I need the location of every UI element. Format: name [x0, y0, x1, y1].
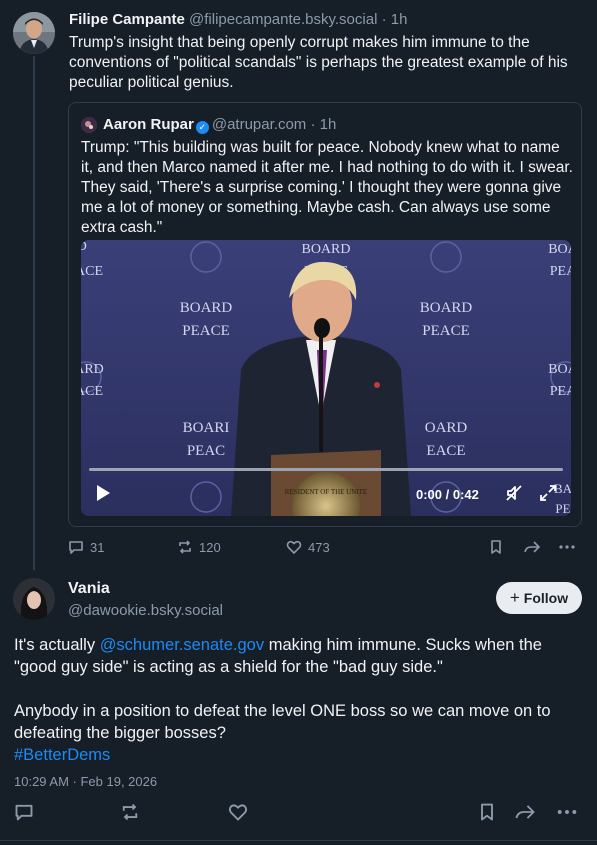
- bookmark-button[interactable]: [488, 539, 510, 555]
- repost-button[interactable]: [120, 802, 146, 822]
- post-text: Trump's insight that being openly corrup…: [69, 34, 568, 91]
- reply-button[interactable]: [14, 802, 40, 822]
- backdrop-word: ARD: [81, 240, 87, 253]
- podium: RESIDENT OF THE UNITE: [271, 450, 381, 516]
- avatar[interactable]: [13, 12, 55, 54]
- post-header: Filipe Campante @filipecampante.bsky.soc…: [69, 11, 407, 28]
- follow-label: Follow: [523, 590, 569, 606]
- quote-post-card[interactable]: Aaron Rupar ✓ @atrupar.com · 1h Trump: "Th…: [68, 102, 582, 527]
- backdrop-word: ARD: [81, 362, 104, 377]
- backdrop-word: PE: [555, 501, 570, 516]
- quote-time: · 1h: [310, 116, 337, 133]
- quote-header: Aaron Rupar ✓ @atrupar.com · 1h: [103, 116, 336, 134]
- video-progress-bar[interactable]: [89, 468, 563, 471]
- ellipsis-icon: [559, 545, 575, 549]
- bookmark-icon: [491, 540, 501, 554]
- play-icon[interactable]: [97, 485, 110, 501]
- plus-icon: +: [509, 588, 520, 607]
- reply-icon: [69, 541, 83, 554]
- like-button[interactable]: [228, 802, 254, 822]
- verified-check-icon: ✓: [195, 121, 209, 134]
- heart-icon: [228, 804, 248, 821]
- quote-author-handle[interactable]: @atrupar.com: [212, 116, 306, 133]
- bookmark-icon: [481, 803, 493, 821]
- backdrop-word: BOARD: [301, 242, 350, 257]
- ellipsis-icon: [557, 810, 577, 814]
- backdrop-word: PEAC: [187, 443, 225, 459]
- share-icon: [524, 541, 541, 553]
- like-button[interactable]: 473: [286, 539, 330, 555]
- share-button[interactable]: [523, 539, 547, 555]
- divider: [0, 840, 597, 841]
- backdrop-word: PEACE: [422, 323, 470, 339]
- more-options-button[interactable]: [558, 539, 582, 555]
- mute-icon[interactable]: [505, 484, 523, 502]
- video-time: 0:00 / 0:42: [416, 487, 479, 502]
- repost-icon: [122, 803, 138, 821]
- video-frame: ARD BOARD PEACE BOARD PEACE BOARD PEACE …: [81, 240, 571, 516]
- post-actions: 31 120 473: [68, 539, 582, 559]
- post-date: 10:29 AM · Feb 19, 2026: [14, 774, 158, 789]
- quote-avatar[interactable]: [81, 117, 97, 133]
- follow-button[interactable]: + Follow: [496, 582, 582, 614]
- bookmark-button[interactable]: [477, 802, 503, 822]
- post-actions: [0, 802, 597, 826]
- backdrop-word: BOA: [548, 242, 571, 257]
- author-name[interactable]: Vania: [68, 580, 110, 598]
- quote-text: Trump: "This building was built for peac…: [81, 139, 573, 236]
- reply-button[interactable]: 31: [68, 539, 104, 555]
- backdrop-word: PEA: [550, 264, 571, 279]
- mention-link[interactable]: @schumer.senate.gov: [100, 636, 264, 654]
- more-options-button[interactable]: [556, 802, 584, 822]
- thread-line: [33, 56, 35, 570]
- video-player[interactable]: ARD BOARD PEACE BOARD PEACE BOARD PEACE …: [81, 240, 571, 516]
- avatar[interactable]: [13, 578, 55, 620]
- fullscreen-icon[interactable]: [539, 484, 557, 502]
- post-text-para: Anybody in a position to defeat the leve…: [14, 702, 551, 742]
- repost-button[interactable]: 120: [177, 539, 221, 555]
- author-handle[interactable]: @filipecampante.bsky.social: [189, 11, 377, 28]
- reply-icon: [15, 804, 33, 821]
- post-text-part: It's actually: [14, 636, 100, 654]
- backdrop-word: BOARD: [180, 300, 233, 316]
- author-handle[interactable]: @dawookie.bsky.social: [68, 602, 223, 619]
- post-filipe-campante[interactable]: Filipe Campante @filipecampante.bsky.soc…: [0, 0, 597, 570]
- post-time[interactable]: · 1h: [382, 11, 408, 28]
- backdrop-word: BOA: [548, 362, 571, 377]
- share-icon: [515, 805, 535, 819]
- reply-count: 31: [90, 539, 105, 555]
- share-button[interactable]: [514, 802, 542, 822]
- quote-author-name[interactable]: Aaron Rupar: [103, 116, 194, 133]
- heart-icon: [286, 540, 302, 555]
- repost-count: 120: [199, 539, 221, 555]
- post-text: It's actually @schumer.senate.gov making…: [14, 634, 588, 766]
- backdrop-word: ACE: [81, 384, 103, 399]
- backdrop-word: EACE: [426, 443, 465, 459]
- hashtag-link[interactable]: #BetterDems: [14, 746, 110, 764]
- backdrop-word: BOARI: [183, 420, 230, 436]
- repost-icon: [179, 540, 191, 554]
- backdrop-word: ACE: [81, 264, 103, 279]
- podium-seal-text: RESIDENT OF THE UNITE: [285, 488, 367, 496]
- backdrop-word: BOARD: [420, 300, 473, 316]
- backdrop-word: OARD: [425, 420, 468, 436]
- backdrop-word: PEA: [550, 384, 571, 399]
- like-count: 473: [308, 539, 330, 555]
- backdrop-word: PEACE: [182, 323, 230, 339]
- author-name[interactable]: Filipe Campante: [69, 11, 185, 28]
